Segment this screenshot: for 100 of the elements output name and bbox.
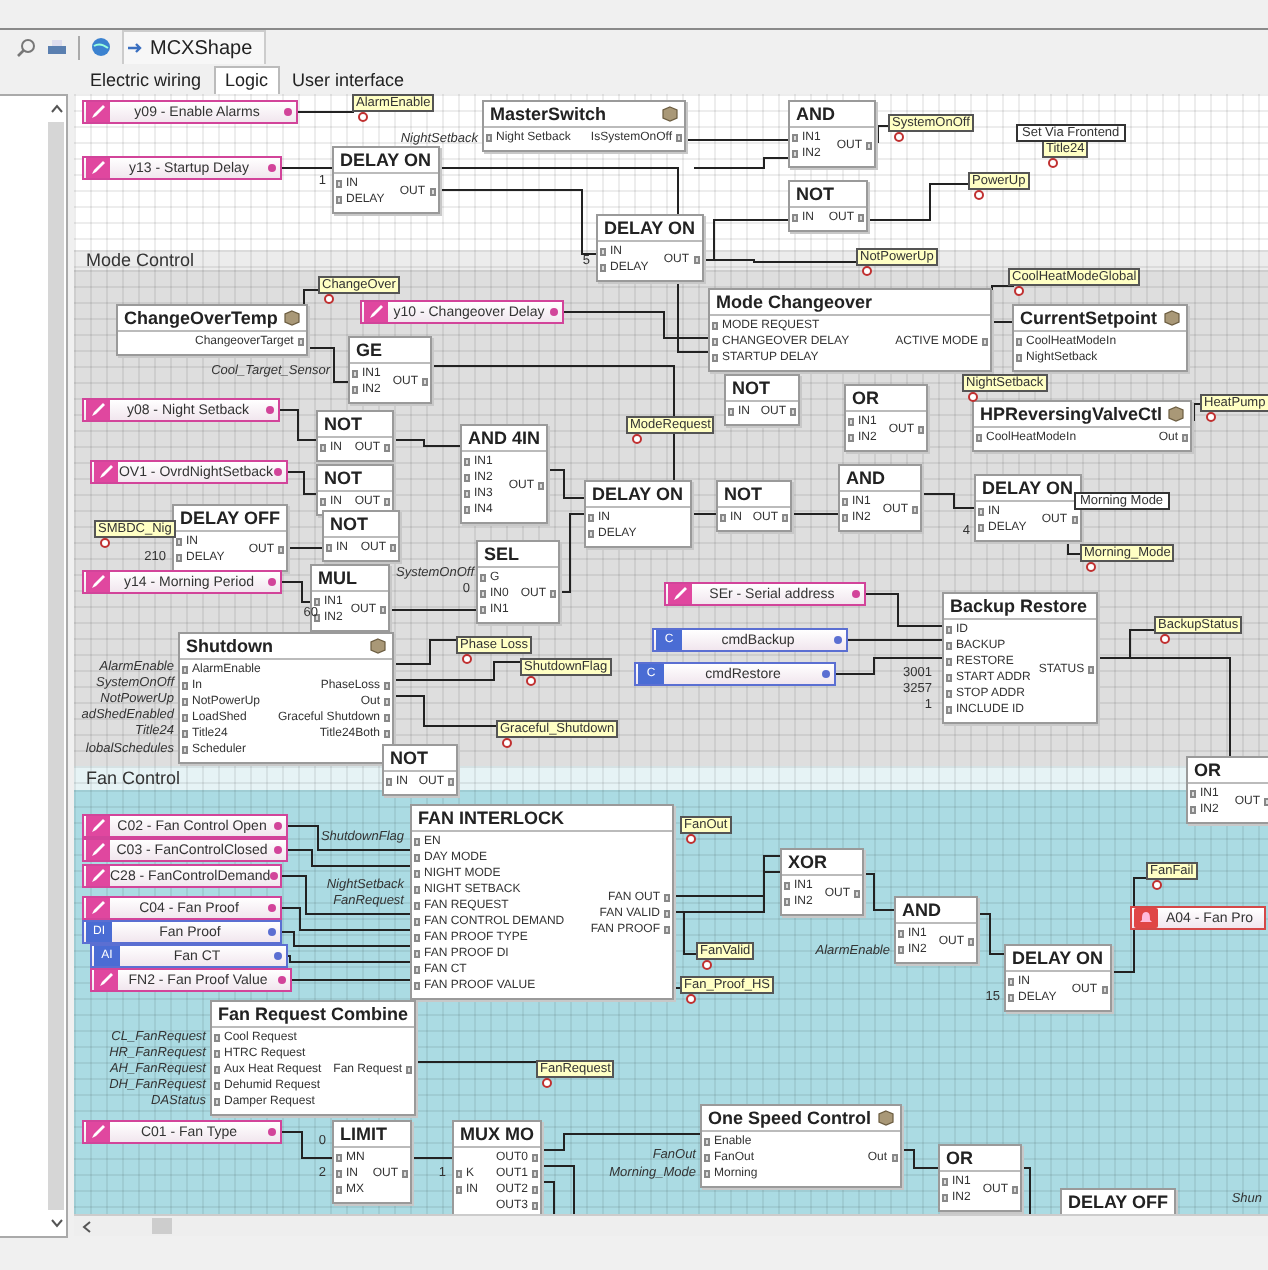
block-title: HPReversingValveCtl xyxy=(980,404,1163,424)
block-title: ChangeOverTemp xyxy=(124,308,278,328)
pencil-icon xyxy=(86,1122,110,1142)
pencil-icon xyxy=(86,158,110,178)
printer-icon[interactable] xyxy=(46,37,68,57)
logic-block[interactable]: DELAY OFF xyxy=(1060,1188,1177,1214)
block-title: AND 4IN xyxy=(468,428,541,448)
block-title: One Speed Control xyxy=(708,1108,872,1128)
connector-icon xyxy=(1152,880,1162,890)
scroll-down-icon[interactable] xyxy=(49,1218,63,1228)
connector-icon xyxy=(268,904,276,912)
block-title: MUL xyxy=(318,568,357,588)
scroll-up-icon[interactable] xyxy=(49,104,63,114)
connector-icon xyxy=(862,266,872,276)
bell-icon xyxy=(1134,908,1158,928)
globe-icon[interactable] xyxy=(90,36,112,58)
pencil-icon xyxy=(94,462,118,482)
pencil-icon xyxy=(86,898,110,918)
connector-icon xyxy=(324,294,334,304)
cube-icon xyxy=(1168,406,1185,422)
block-title: AND xyxy=(796,104,835,124)
tab[interactable]: Electric wiring xyxy=(78,66,214,94)
connector-icon xyxy=(268,578,276,586)
connector-icon xyxy=(1086,562,1096,572)
pencil-icon xyxy=(364,302,388,322)
connector-icon xyxy=(702,960,712,970)
block-title: DELAY ON xyxy=(982,478,1074,498)
block-title: OR xyxy=(1194,760,1221,780)
connector-icon xyxy=(1048,158,1058,168)
pencil-icon xyxy=(86,840,110,860)
connector-icon xyxy=(968,392,978,402)
connector-icon xyxy=(268,928,276,936)
block-title: DELAY ON xyxy=(592,484,684,504)
search-icon[interactable] xyxy=(16,37,36,57)
block-title: Mode Changeover xyxy=(716,292,873,312)
pencil-icon xyxy=(94,970,118,990)
block-title: AND xyxy=(846,468,885,488)
connector-icon xyxy=(100,538,110,548)
wire xyxy=(287,471,317,495)
connector-icon xyxy=(270,872,279,880)
wire xyxy=(281,1131,333,1159)
scroll-left-icon[interactable] xyxy=(82,1219,92,1233)
cube-icon xyxy=(1163,310,1179,326)
connector-icon xyxy=(502,738,512,748)
connector-icon xyxy=(462,654,472,664)
scrollbar-track[interactable] xyxy=(48,122,64,1210)
wire xyxy=(847,639,943,641)
connector-icon xyxy=(274,846,282,854)
connector-icon xyxy=(274,468,282,476)
block-title: DELAY OFF xyxy=(180,508,281,528)
connector-icon xyxy=(526,676,536,686)
wire xyxy=(297,111,355,113)
section-title: Fan Control xyxy=(86,768,181,788)
connector-icon xyxy=(550,308,558,316)
connector-icon xyxy=(686,834,696,844)
block-title: GE xyxy=(356,340,383,360)
pencil-icon xyxy=(668,584,692,604)
block-title: XOR xyxy=(788,852,828,872)
cube-icon xyxy=(370,638,386,654)
connector-icon xyxy=(894,132,904,142)
block-title: MasterSwitch xyxy=(490,104,607,124)
block-title: NOT xyxy=(324,414,362,434)
wire xyxy=(835,657,943,675)
pencil-icon xyxy=(86,572,110,592)
connector-icon xyxy=(274,952,282,960)
wire xyxy=(279,409,317,441)
block-title: DELAY OFF xyxy=(1068,1192,1169,1212)
block-title: OR xyxy=(946,1148,973,1168)
wire xyxy=(287,955,411,963)
wire xyxy=(291,979,411,981)
pencil-icon xyxy=(86,102,110,122)
pencil-icon xyxy=(86,816,110,836)
block-title: SEL xyxy=(484,544,520,564)
block-title: AND xyxy=(902,900,941,920)
block-title: LIMIT xyxy=(340,1124,387,1144)
scrollbar-thumb[interactable] xyxy=(152,1218,172,1234)
connector-icon xyxy=(822,670,830,678)
tab[interactable]: User interface xyxy=(280,66,417,94)
block-title: Fan Request Combine xyxy=(218,1004,409,1024)
block-title: CurrentSetpoint xyxy=(1020,308,1157,328)
section-title: Mode Control xyxy=(86,250,195,270)
block-title: Backup Restore xyxy=(950,596,1088,616)
connector-icon xyxy=(274,822,282,830)
pencil-icon xyxy=(86,400,110,420)
block-title: DELAY ON xyxy=(604,218,696,238)
block-title: NOT xyxy=(796,184,834,204)
wire xyxy=(389,609,477,611)
cube-icon xyxy=(662,106,678,122)
pencil-icon xyxy=(86,866,110,886)
connector-icon xyxy=(974,190,984,200)
connector-icon xyxy=(1160,634,1170,644)
block-title: FAN INTERLOCK xyxy=(418,808,564,828)
connector-icon xyxy=(852,590,860,598)
tab[interactable]: Logic xyxy=(213,66,281,94)
block-title: NOT xyxy=(390,748,428,768)
connector-icon xyxy=(1206,412,1216,422)
wire xyxy=(865,593,943,627)
connector-icon xyxy=(632,434,642,444)
connector-icon xyxy=(1014,286,1024,296)
block-title: DELAY ON xyxy=(340,150,432,170)
